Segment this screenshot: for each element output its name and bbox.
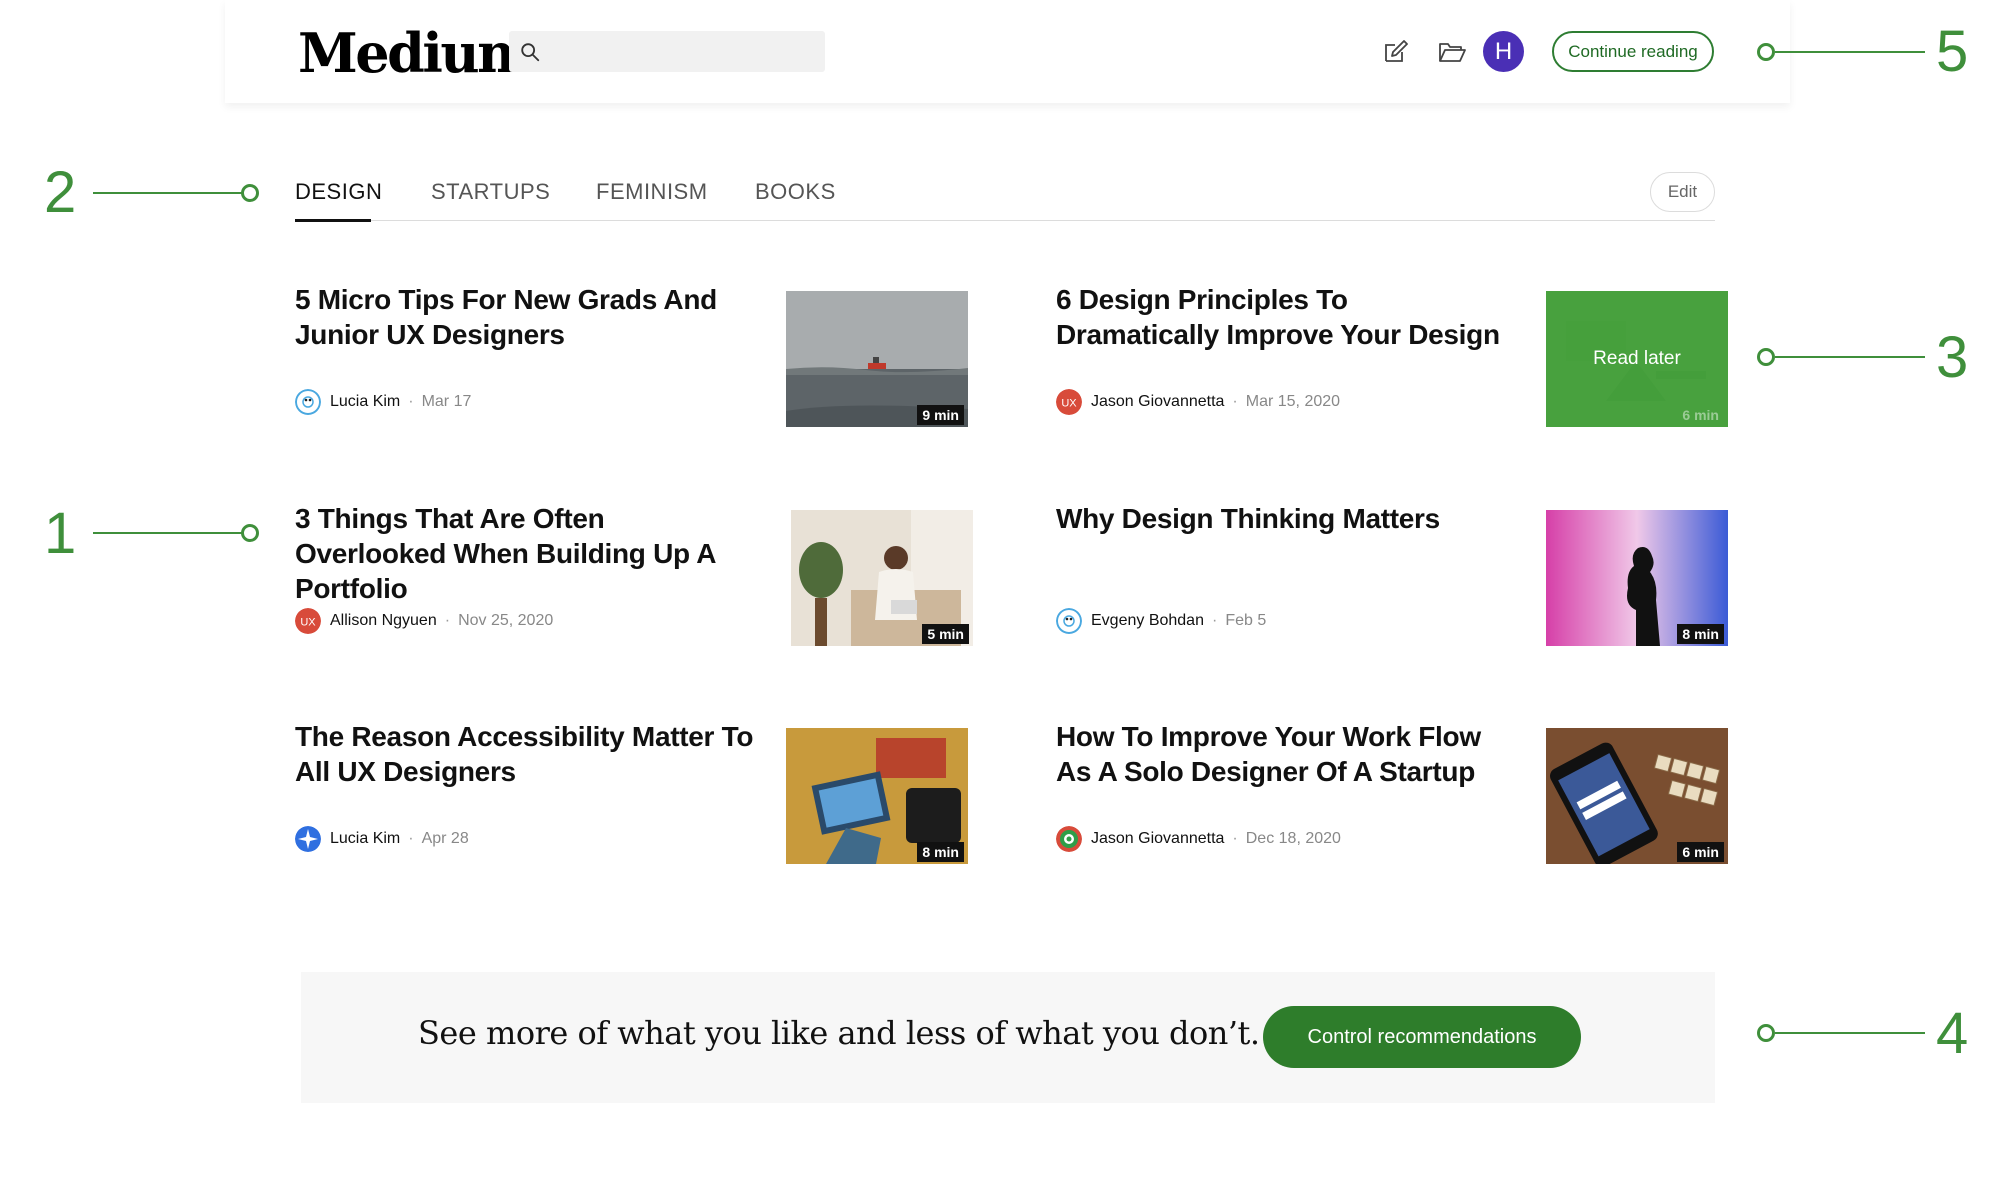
article-date: Nov 25, 2020 — [458, 612, 554, 629]
article-date: Mar 15, 2020 — [1245, 393, 1341, 410]
active-tab-indicator — [295, 219, 371, 222]
read-time-badge: 9 min — [917, 405, 964, 425]
author-avatar-icon — [295, 826, 321, 852]
author-name[interactable]: Lucia Kim — [330, 393, 400, 411]
meta-separator: · — [408, 393, 414, 410]
article-title[interactable]: 3 Things That Are Often Overlooked When … — [295, 501, 755, 606]
tab-design[interactable]: DESIGN — [295, 179, 382, 205]
search-input[interactable] — [509, 31, 825, 72]
article-thumbnail[interactable]: Read later 6 min — [1546, 291, 1728, 427]
read-time-badge: 8 min — [917, 842, 964, 862]
article-meta: Lucia Kim · Mar 17 — [295, 389, 472, 415]
author-name[interactable]: Lucia Kim — [330, 830, 400, 848]
topic-tabs: DESIGN STARTUPS FEMINISM BOOKS — [295, 175, 1715, 222]
read-time-badge: 6 min — [1677, 842, 1724, 862]
annotation-number-3: 3 — [1936, 325, 1969, 390]
article-title[interactable]: The Reason Accessibility Matter To All U… — [295, 719, 755, 789]
author-name[interactable]: Jason Giovannetta — [1091, 830, 1224, 848]
annotation-marker-2 — [241, 184, 259, 202]
annotation-line-2 — [93, 192, 243, 194]
article-title[interactable]: 6 Design Principles To Dramatically Impr… — [1056, 282, 1516, 352]
annotation-number-5: 5 — [1936, 19, 1969, 84]
meta-separator: · — [1211, 612, 1218, 629]
meta-separator: · — [444, 612, 451, 629]
article-date: Dec 18, 2020 — [1245, 830, 1341, 847]
read-time-badge: 8 min — [1677, 624, 1724, 644]
article-meta: UX Allison Ngyuen · Nov 25, 2020 — [295, 608, 554, 634]
article-thumbnail[interactable]: 8 min — [1546, 510, 1728, 646]
write-icon[interactable] — [1381, 37, 1411, 67]
article-title[interactable]: 5 Micro Tips For New Grads And Junior UX… — [295, 282, 755, 352]
article-meta: Jason Giovannetta · Dec 18, 2020 — [1056, 826, 1341, 852]
annotation-marker-5 — [1757, 43, 1775, 61]
author-name[interactable]: Jason Giovannetta — [1091, 393, 1224, 411]
search-icon — [521, 43, 540, 62]
continue-reading-button[interactable]: Continue reading — [1552, 31, 1714, 72]
article-thumbnail[interactable]: 8 min — [786, 728, 968, 864]
control-recommendations-button[interactable]: Control recommendations — [1263, 1006, 1581, 1068]
article-thumbnail[interactable]: 6 min — [1546, 728, 1728, 864]
tab-books[interactable]: BOOKS — [755, 179, 836, 205]
author-avatar-icon — [1056, 608, 1082, 634]
article-date: Apr 28 — [421, 830, 469, 847]
article-thumbnail[interactable]: 5 min — [791, 510, 973, 646]
edit-tabs-button[interactable]: Edit — [1650, 172, 1715, 212]
article-title[interactable]: How To Improve Your Work Flow As A Solo … — [1056, 719, 1516, 789]
annotation-line-1 — [93, 532, 243, 534]
svg-text:UX: UX — [1061, 398, 1077, 410]
svg-text:UX: UX — [300, 617, 316, 629]
article-meta: Lucia Kim · Apr 28 — [295, 826, 469, 852]
meta-separator: · — [408, 830, 414, 847]
author-avatar-icon: UX — [1056, 389, 1082, 415]
author-avatar-icon: UX — [295, 608, 321, 634]
article-date: Mar 17 — [421, 393, 472, 410]
annotation-marker-1 — [241, 524, 259, 542]
tab-startups[interactable]: STARTUPS — [431, 179, 550, 205]
user-avatar[interactable]: H — [1483, 31, 1524, 72]
read-time-badge: 6 min — [1682, 407, 1719, 423]
article-meta: UX Jason Giovannetta · Mar 15, 2020 — [1056, 389, 1341, 415]
annotation-marker-3 — [1757, 348, 1775, 366]
annotation-marker-4 — [1757, 1024, 1775, 1042]
article-meta: Evgeny Bohdan · Feb 5 — [1056, 608, 1267, 634]
tab-feminism[interactable]: FEMINISM — [596, 179, 708, 205]
article-thumbnail[interactable]: 9 min — [786, 291, 968, 427]
annotation-number-2: 2 — [44, 160, 77, 225]
author-name[interactable]: Allison Ngyuen — [330, 612, 437, 630]
article-date: Feb 5 — [1225, 612, 1267, 629]
article-title[interactable]: Why Design Thinking Matters — [1056, 501, 1516, 536]
meta-separator: · — [1232, 393, 1238, 410]
author-avatar-icon — [1056, 826, 1082, 852]
author-avatar-icon — [295, 389, 321, 415]
author-name[interactable]: Evgeny Bohdan — [1091, 612, 1204, 630]
folder-icon[interactable] — [1437, 37, 1467, 67]
annotation-number-4: 4 — [1936, 1001, 1969, 1066]
medium-logo[interactable]: Medium — [298, 18, 534, 88]
annotation-line-5 — [1775, 51, 1925, 53]
recommendations-text: See more of what you like and less of wh… — [418, 1014, 1260, 1052]
recommendations-banner: See more of what you like and less of wh… — [301, 972, 1715, 1103]
read-time-badge: 5 min — [922, 624, 969, 644]
annotation-line-3 — [1775, 356, 1925, 358]
annotation-number-1: 1 — [44, 501, 77, 566]
annotation-line-4 — [1775, 1032, 1925, 1034]
meta-separator: · — [1232, 830, 1238, 847]
